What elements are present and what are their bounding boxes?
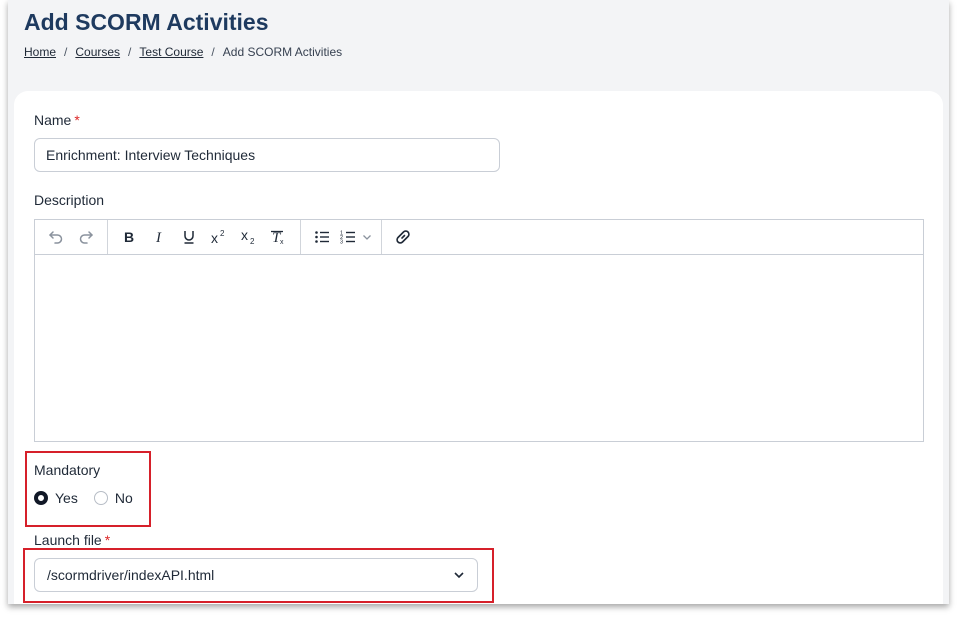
svg-text:x: x bbox=[211, 230, 218, 246]
history-group bbox=[35, 220, 107, 254]
name-input[interactable] bbox=[34, 138, 500, 172]
radio-unchecked-icon bbox=[93, 491, 108, 505]
svg-text:2: 2 bbox=[250, 237, 255, 246]
svg-text:B: B bbox=[124, 229, 134, 245]
format-group: B I x2 x2 Tx bbox=[107, 220, 300, 254]
launch-file-label: Launch file * bbox=[34, 532, 110, 548]
launch-file-select[interactable]: /scormdriver/indexAPI.html bbox=[34, 558, 478, 592]
editor-toolbar: B I x2 x2 Tx 1 2 3 bbox=[35, 220, 923, 255]
link-icon[interactable] bbox=[388, 223, 418, 251]
breadcrumb-separator: / bbox=[64, 45, 68, 59]
bold-icon[interactable]: B bbox=[114, 223, 144, 251]
svg-text:2: 2 bbox=[220, 229, 225, 238]
radio-checked-icon bbox=[34, 491, 48, 505]
name-label-text: Name bbox=[34, 112, 72, 128]
required-marker: * bbox=[74, 112, 80, 128]
description-label: Description bbox=[34, 192, 105, 208]
underline-icon[interactable] bbox=[174, 223, 204, 251]
app-window: Add SCORM Activities Home / Courses / Te… bbox=[8, 0, 949, 604]
breadcrumb-courses-link[interactable]: Courses bbox=[75, 45, 120, 59]
mandatory-radio-group: Yes No bbox=[34, 490, 149, 506]
mandatory-label: Mandatory bbox=[34, 462, 101, 478]
numbered-list-icon[interactable]: 123 bbox=[337, 223, 359, 251]
launch-file-label-text: Launch file bbox=[34, 532, 102, 548]
svg-text:3: 3 bbox=[340, 240, 343, 246]
mandatory-no-radio[interactable]: No bbox=[93, 490, 133, 506]
breadcrumb: Home / Courses / Test Course / Add SCORM… bbox=[24, 45, 342, 59]
list-group: 123 bbox=[300, 220, 381, 254]
mandatory-no-label: No bbox=[114, 490, 133, 506]
mandatory-yes-label: Yes bbox=[55, 490, 78, 506]
breadcrumb-home-link[interactable]: Home bbox=[24, 45, 56, 59]
clear-formatting-icon[interactable]: Tx bbox=[264, 223, 294, 251]
mandatory-yes-radio[interactable]: Yes bbox=[34, 490, 78, 506]
breadcrumb-separator: / bbox=[211, 45, 215, 59]
chevron-down-icon[interactable] bbox=[359, 223, 375, 251]
superscript-icon[interactable]: x2 bbox=[204, 223, 234, 251]
description-editor: B I x2 x2 Tx 1 2 3 bbox=[34, 219, 924, 442]
subscript-icon[interactable]: x2 bbox=[234, 223, 264, 251]
breadcrumb-current: Add SCORM Activities bbox=[222, 45, 343, 59]
required-marker: * bbox=[104, 532, 111, 548]
launch-file-value: /scormdriver/indexAPI.html bbox=[47, 567, 215, 583]
link-group bbox=[381, 220, 424, 254]
italic-icon[interactable]: I bbox=[144, 223, 174, 251]
svg-text:x: x bbox=[280, 239, 284, 246]
page-title: Add SCORM Activities bbox=[24, 9, 269, 35]
chevron-down-icon bbox=[454, 572, 464, 579]
name-label: Name * bbox=[34, 112, 80, 128]
svg-text:x: x bbox=[241, 228, 248, 243]
bullet-list-icon[interactable] bbox=[307, 223, 337, 251]
description-textarea[interactable] bbox=[35, 255, 923, 441]
breadcrumb-separator: / bbox=[128, 45, 132, 59]
undo-icon[interactable] bbox=[41, 223, 71, 251]
svg-text:I: I bbox=[155, 230, 162, 246]
breadcrumb-course-link[interactable]: Test Course bbox=[139, 45, 203, 59]
redo-icon[interactable] bbox=[71, 223, 101, 251]
form-card: Name* Description B bbox=[14, 91, 943, 604]
